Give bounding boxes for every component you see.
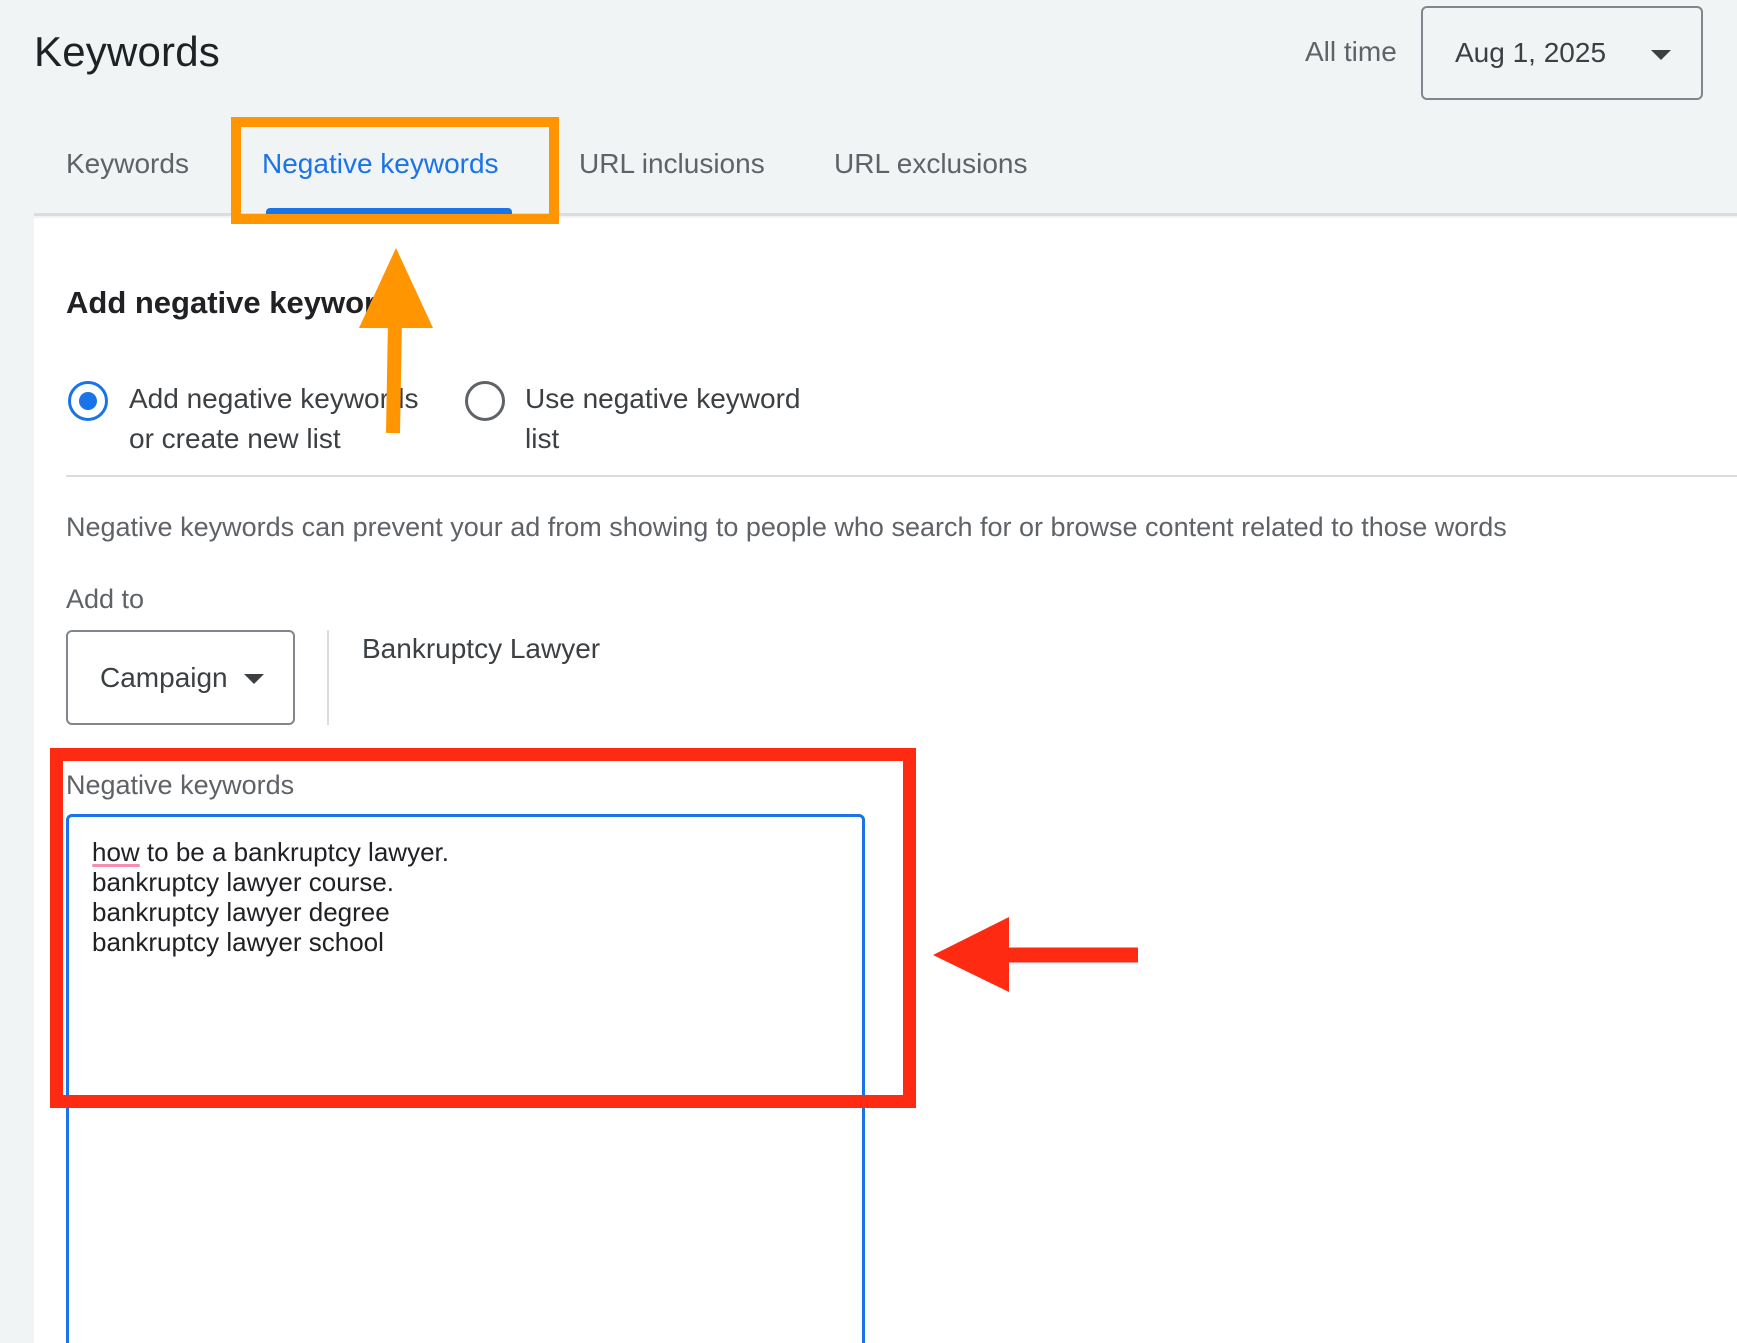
- negative-keywords-label: Negative keywords: [66, 770, 295, 800]
- radio-add-negative-keywords[interactable]: [68, 381, 108, 421]
- radio-use-negative-keyword-list[interactable]: [465, 381, 505, 421]
- date-value: Aug 1, 2025: [1455, 37, 1607, 68]
- radio-label-add-negative-keywords[interactable]: Add negative keywords or create new list: [129, 379, 439, 459]
- tab-negative-keywords[interactable]: Negative keywords: [262, 148, 499, 180]
- vertical-divider: [327, 630, 329, 725]
- page-title: Keywords: [34, 28, 221, 75]
- level-select[interactable]: Campaign: [66, 630, 295, 725]
- tab-url-exclusions[interactable]: URL exclusions: [834, 148, 1027, 180]
- chevron-down-icon: [244, 674, 264, 684]
- add-to-label: Add to: [66, 584, 145, 614]
- level-value: Campaign: [100, 662, 228, 693]
- tab-keywords[interactable]: Keywords: [66, 148, 189, 180]
- radio-label-use-negative-keyword-list[interactable]: Use negative keyword list: [525, 379, 825, 459]
- description-text: Negative keywords can prevent your ad fr…: [66, 512, 1507, 542]
- divider: [66, 475, 1737, 477]
- tab-bar: Keywords Negative keywords URL inclusion…: [34, 120, 1737, 216]
- tab-url-inclusions[interactable]: URL inclusions: [579, 148, 765, 180]
- chevron-down-icon: [1651, 50, 1671, 60]
- active-tab-indicator: [266, 208, 512, 214]
- date-range-label: All time: [1305, 36, 1397, 67]
- negative-keywords-textarea[interactable]: [66, 814, 865, 1343]
- campaign-name: Bankruptcy Lawyer: [362, 633, 601, 664]
- date-range-select[interactable]: Aug 1, 2025: [1421, 6, 1703, 100]
- section-title: Add negative keywords: [66, 285, 413, 320]
